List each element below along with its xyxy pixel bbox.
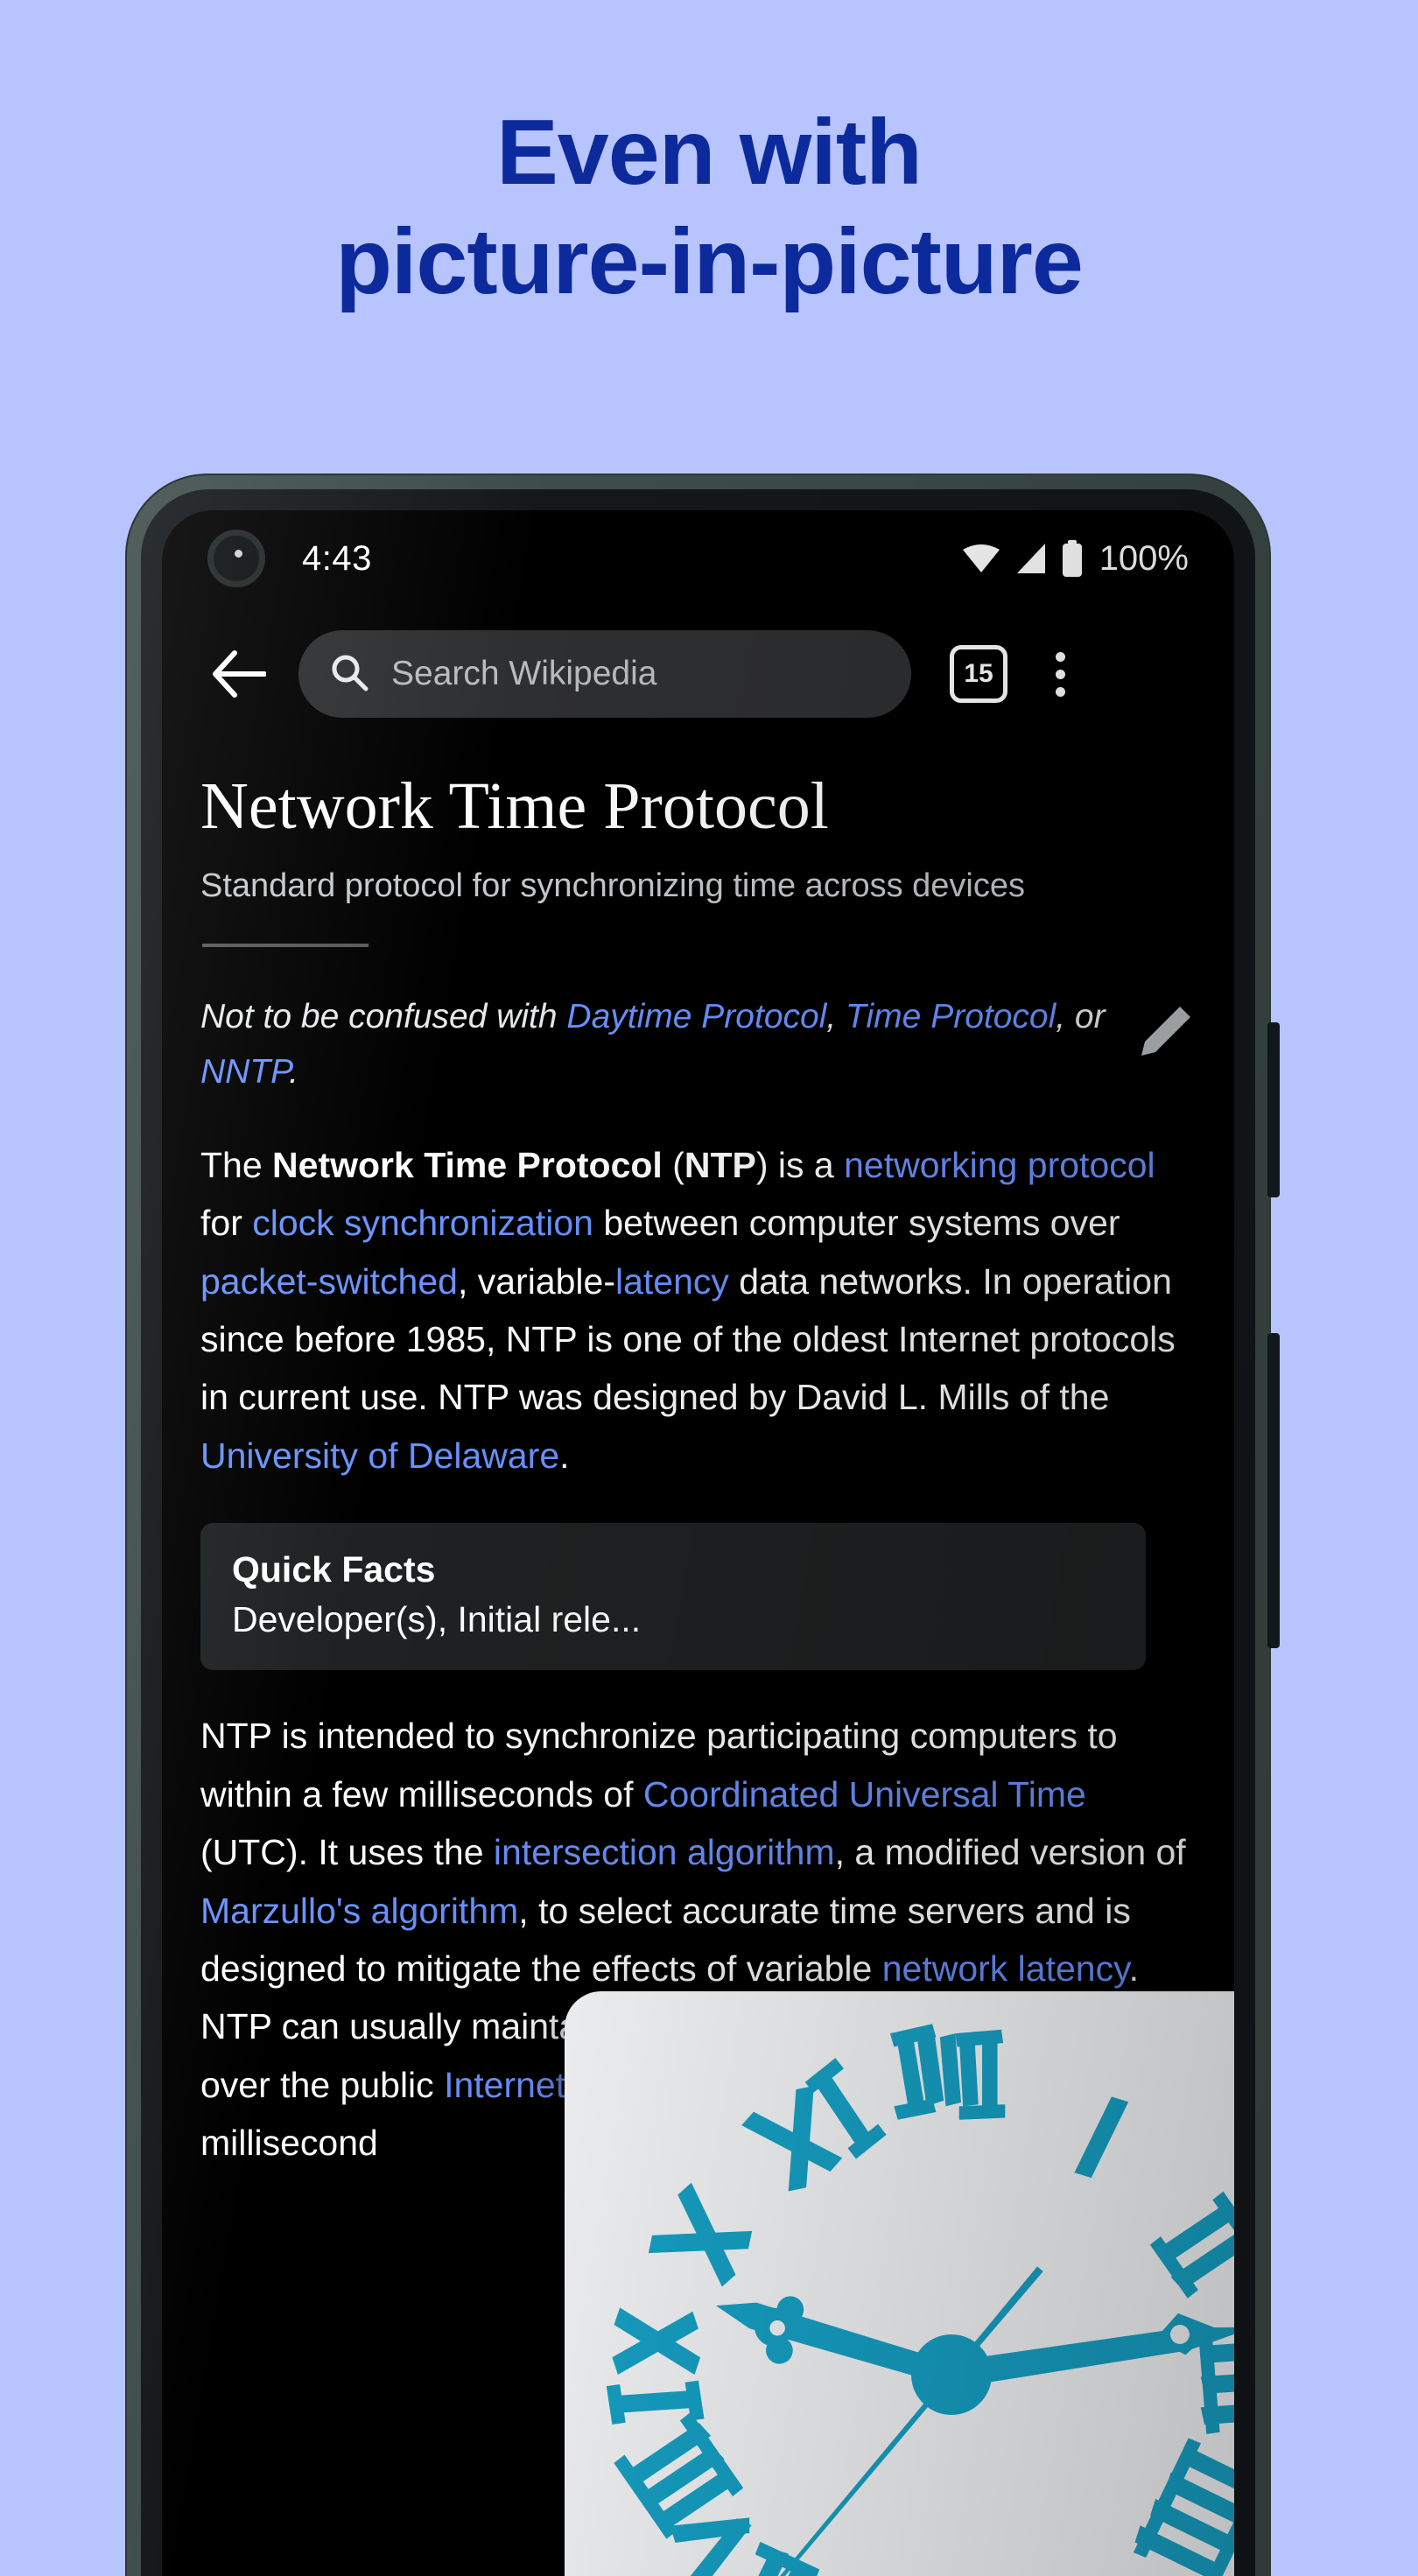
camera-punchhole-icon (207, 530, 265, 587)
lead-paragraph: The Network Time Protocol (NTP) is a net… (200, 1136, 1196, 1485)
lead-bold-ntp-full: Network Time Protocol (272, 1144, 663, 1185)
status-bar-icons: 100% (961, 539, 1189, 579)
quick-facts-title: Quick Facts (232, 1549, 436, 1590)
link-networking-protocol[interactable]: networking protocol (844, 1145, 1155, 1185)
numeral-i (1074, 2096, 1129, 2179)
link-coordinated-universal-time[interactable]: Coordinated Universal Time (643, 1774, 1086, 1814)
sec-t2: (UTC). It uses the (200, 1832, 494, 1873)
battery-icon (1061, 540, 1084, 577)
hatnote-sep2: , or (1056, 997, 1106, 1035)
hatnote-sep1: , (826, 997, 846, 1035)
hatnote-row: Not to be confused with Daytime Protocol… (200, 989, 1196, 1099)
battery-percent-label: 100% (1099, 538, 1189, 578)
link-marzullos-algorithm[interactable]: Marzullo's algorithm (200, 1891, 518, 1931)
promo-headline-line1: Even with (496, 101, 923, 204)
search-placeholder-label: Search Wikipedia (391, 655, 657, 692)
search-icon (330, 653, 369, 696)
link-network-latency[interactable]: network latency (882, 1948, 1129, 1989)
lead-t2: ( (662, 1144, 684, 1185)
hatnote: Not to be confused with Daytime Protocol… (200, 989, 1115, 1099)
numeral-viii (614, 2411, 752, 2576)
lead-bold-ntp-abbr: NTP (684, 1144, 756, 1185)
numeral-iiii (1133, 2438, 1234, 2576)
status-bar-clock: 4:43 (302, 538, 372, 578)
link-packet-switched[interactable]: packet-switched (200, 1261, 458, 1302)
page-title: Network Time Protocol (200, 769, 829, 843)
lead-t8: . (559, 1435, 570, 1476)
quick-facts-row: Developer(s), Initial rele... (232, 1599, 642, 1640)
analog-clock-face (606, 2024, 1234, 2576)
volume-button[interactable] (1267, 1022, 1280, 1197)
power-button[interactable] (1267, 1333, 1280, 1648)
phone-screen: 4:43 100% Search Wikipedia 15 Network Ti… (162, 510, 1234, 2576)
numeral-v (1043, 2567, 1147, 2576)
hatnote-suffix: . (289, 1052, 298, 1091)
lead-t5: between computer systems over (593, 1203, 1120, 1244)
promo-headline: Even with picture-in-picture (0, 98, 1418, 317)
link-internet[interactable]: Internet (444, 2065, 565, 2105)
hatnote-link-daytime-protocol[interactable]: Daytime Protocol (566, 998, 826, 1035)
link-university-of-delaware[interactable]: University of Delaware (200, 1435, 559, 1476)
title-divider (202, 943, 369, 947)
sec-t3: , a modified version of (834, 1832, 1186, 1873)
lead-t6: , variable- (457, 1260, 615, 1302)
quick-facts-box[interactable]: Quick Facts Developer(s), Initial rele..… (200, 1523, 1146, 1671)
link-latency[interactable]: latency (615, 1261, 729, 1302)
cell-signal-icon (1014, 542, 1049, 575)
phone-device: 4:43 100% Search Wikipedia 15 Network Ti… (127, 475, 1280, 2576)
link-intersection-algorithm[interactable]: intersection algorithm (494, 1832, 835, 1872)
back-arrow-icon[interactable] (199, 634, 279, 714)
tab-counter-button[interactable]: 15 (950, 645, 1007, 703)
lead-t1: The (200, 1144, 273, 1185)
numeral-xi (741, 2058, 887, 2192)
status-bar: 4:43 100% (162, 510, 1234, 607)
search-input[interactable]: Search Wikipedia (298, 630, 911, 718)
numeral-ix (606, 2307, 705, 2425)
lead-t3: ) is a (755, 1144, 845, 1185)
overflow-menu-icon[interactable] (1028, 634, 1092, 714)
hatnote-prefix: Not to be confused with (200, 997, 567, 1035)
numeral-x (648, 2182, 753, 2287)
link-clock-synchronization[interactable]: clock synchronization (252, 1203, 593, 1243)
hatnote-link-time-protocol[interactable]: Time Protocol (846, 998, 1056, 1035)
numeral-xii (889, 2024, 1006, 2120)
phone-bezel: 4:43 100% Search Wikipedia 15 Network Ti… (141, 489, 1255, 2576)
article-subtitle: Standard protocol for synchronizing time… (200, 867, 1026, 905)
tab-counter-label: 15 (964, 659, 993, 688)
clock-center-cap (911, 2334, 992, 2415)
hatnote-link-nntp[interactable]: NNTP (200, 1053, 289, 1091)
edit-pencil-icon[interactable] (1133, 1001, 1196, 1064)
app-bar: Search Wikipedia 15 (162, 614, 1234, 734)
wifi-icon (961, 543, 1001, 574)
numeral-ii (1149, 2191, 1234, 2299)
lead-t4: for (200, 1203, 253, 1244)
clock-picture-in-picture[interactable] (565, 1991, 1234, 2576)
promo-headline-line2: picture-in-picture (335, 210, 1084, 314)
